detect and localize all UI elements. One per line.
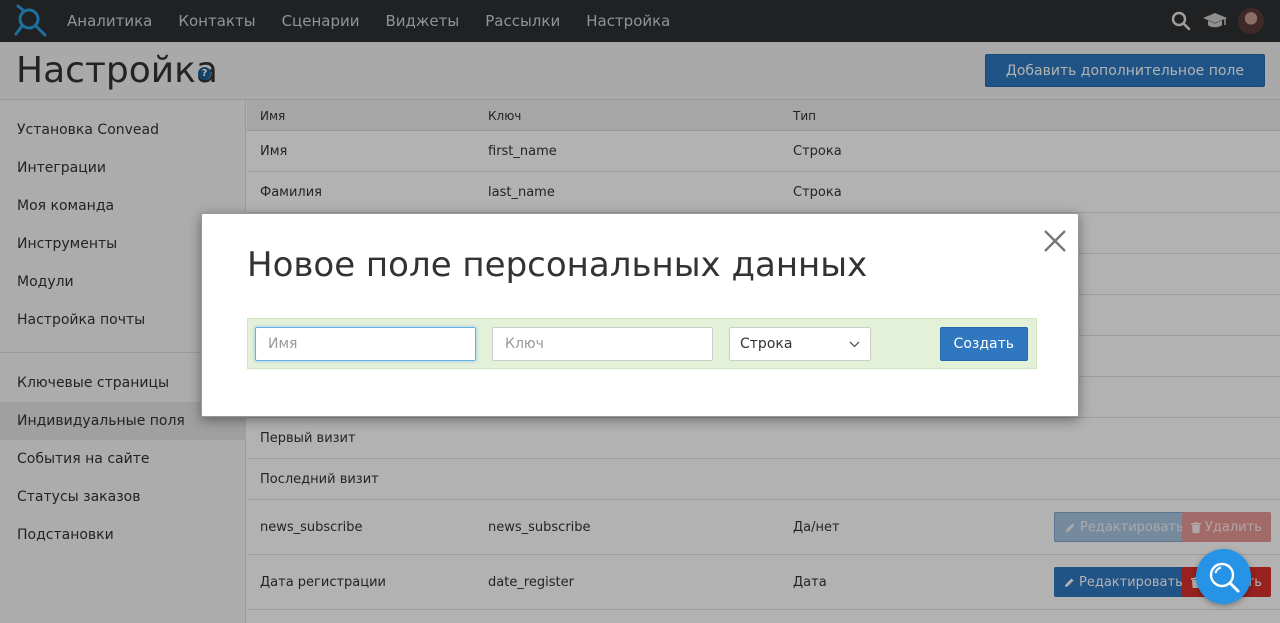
search-icon: [1209, 562, 1239, 592]
chevron-down-icon: [849, 341, 860, 347]
new-field-form: Строка Создать: [247, 318, 1037, 369]
floating-search-button[interactable]: [1196, 549, 1251, 604]
new-field-modal: Новое поле персональных данных Строка Со…: [201, 213, 1079, 417]
type-select[interactable]: Строка: [729, 327, 871, 361]
close-icon[interactable]: [1042, 228, 1068, 254]
name-input[interactable]: [255, 327, 476, 361]
modal-title: Новое поле персональных данных: [247, 245, 868, 285]
create-button[interactable]: Создать: [939, 327, 1028, 361]
key-input[interactable]: [492, 327, 713, 361]
type-select-value: Строка: [740, 336, 793, 352]
